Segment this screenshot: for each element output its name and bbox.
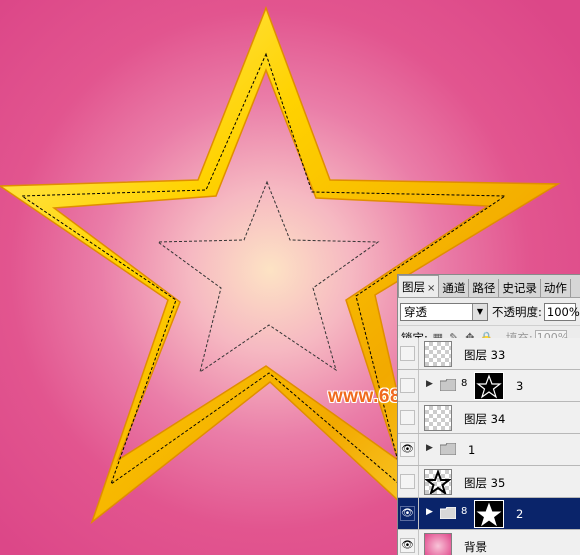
group-name: 2	[516, 507, 524, 521]
star-mask-icon	[476, 502, 502, 527]
link-chain-icon[interactable]: 8	[461, 506, 467, 517]
row-separator	[418, 530, 419, 555]
visibility-toggle[interactable]	[400, 378, 415, 393]
selection-inner	[156, 180, 380, 374]
background-thumbnail	[424, 533, 452, 555]
layers-panel: 图层× 通道 路径 史记录 动作 穿透 ▼ 不透明度: 100% 锁定: ▦ ✎…	[397, 274, 580, 555]
row-separator	[418, 498, 419, 529]
folder-icon	[440, 507, 456, 519]
vector-mask-thumbnail[interactable]	[474, 372, 504, 400]
row-separator	[418, 370, 419, 401]
eye-icon[interactable]: 👁	[400, 538, 415, 553]
layer-row-33[interactable]: 图层 33	[398, 338, 580, 370]
folder-icon	[440, 443, 456, 455]
link-chain-icon[interactable]: 8	[461, 378, 467, 389]
tab-layers-label: 图层	[402, 280, 425, 294]
star-thumbnail-icon	[424, 469, 452, 496]
layer-name: 图层 33	[464, 348, 506, 362]
visibility-toggle[interactable]	[400, 474, 415, 489]
visibility-toggle[interactable]	[400, 410, 415, 425]
tab-layers[interactable]: 图层 ×	[398, 275, 440, 297]
tab-channels[interactable]: 通道	[439, 279, 470, 297]
group-row-2-selected[interactable]: 👁 ▶ 8 2	[398, 498, 580, 530]
folder-icon	[440, 379, 456, 391]
expand-triangle-icon[interactable]: ▶	[426, 507, 433, 517]
layer-name: 背景	[464, 540, 487, 554]
row-separator	[418, 402, 419, 433]
group-name: 1	[468, 443, 476, 457]
opacity-input[interactable]: 100%	[543, 302, 580, 321]
row-separator	[418, 466, 419, 497]
row-separator	[418, 434, 419, 465]
eye-icon[interactable]: 👁	[400, 506, 415, 521]
tab-paths[interactable]: 路径	[469, 279, 500, 297]
layer-row-35[interactable]: 图层 35	[398, 466, 580, 498]
expand-triangle-icon[interactable]: ▶	[426, 379, 433, 389]
group-name: 3	[516, 379, 524, 393]
tab-history[interactable]: 史记录	[499, 279, 541, 297]
dropdown-arrow-icon[interactable]: ▼	[472, 303, 487, 320]
layer-thumbnail	[424, 405, 452, 431]
group-row-1[interactable]: 👁 ▶ 1	[398, 434, 580, 466]
expand-triangle-icon[interactable]: ▶	[426, 443, 433, 453]
layer-row-background[interactable]: 👁 背景	[398, 530, 580, 555]
blend-mode-select[interactable]: 穿透 ▼	[400, 302, 488, 321]
vector-mask-thumbnail[interactable]	[474, 500, 504, 528]
panel-tabs: 图层 × 通道 路径 史记录 动作	[398, 275, 580, 298]
row-separator	[418, 338, 419, 369]
close-icon[interactable]: ×	[427, 283, 435, 294]
star-mask-icon	[476, 374, 502, 399]
blend-row: 穿透 ▼ 不透明度: 100%	[398, 298, 580, 326]
visibility-toggle[interactable]	[400, 346, 415, 361]
layer-name: 图层 35	[464, 476, 506, 490]
layer-row-34[interactable]: 图层 34	[398, 402, 580, 434]
eye-icon[interactable]: 👁	[400, 442, 415, 457]
layer-name: 图层 34	[464, 412, 506, 426]
tab-actions[interactable]: 动作	[541, 279, 571, 297]
opacity-label: 不透明度:	[492, 304, 542, 319]
layer-thumbnail	[424, 341, 452, 367]
blend-mode-value: 穿透	[404, 304, 427, 319]
group-row-3[interactable]: ▶ 8 3	[398, 370, 580, 402]
layer-thumbnail	[424, 469, 452, 496]
